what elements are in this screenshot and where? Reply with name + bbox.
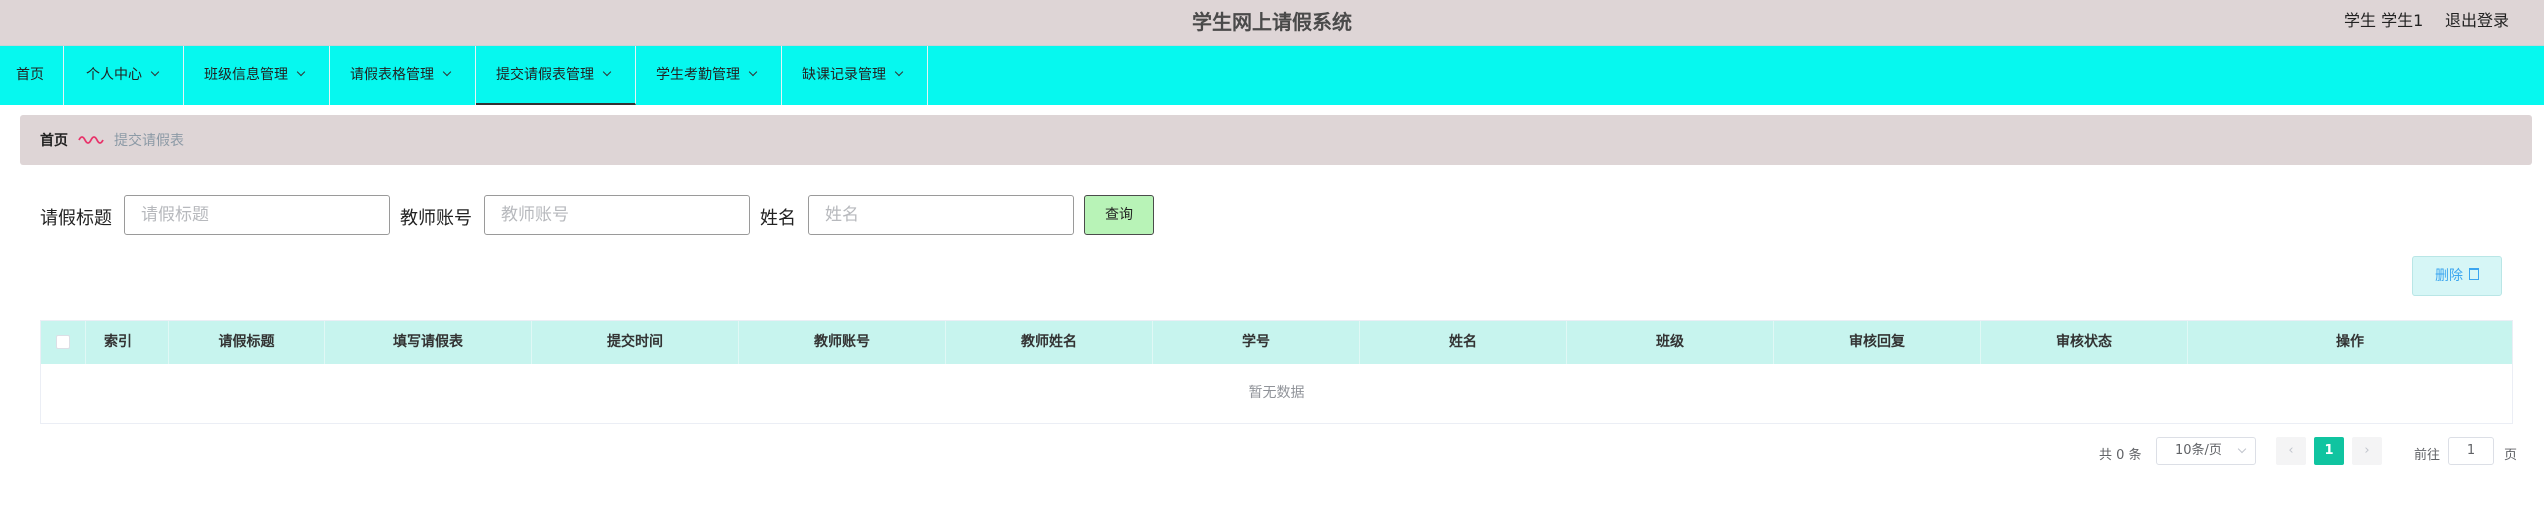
column-header[interactable]: 请假标题	[169, 321, 325, 364]
chevron-down-icon	[602, 67, 612, 77]
leave-title-input[interactable]	[124, 195, 390, 235]
column-header[interactable]: 填写请假表	[325, 321, 532, 364]
page-size-select[interactable]: 10条/页	[2156, 437, 2256, 465]
nav-item-label: 学生考勤管理	[656, 67, 740, 83]
nav-item-submitted-leave[interactable]: 提交请假表管理	[476, 46, 636, 105]
pagination-total: 共 0 条	[2099, 448, 2142, 463]
content-panel: 请假标题 教师账号 姓名 查询 删除 索引 请假标题 填写请假表 提交时间 教师…	[20, 175, 2532, 485]
column-header[interactable]: 提交时间	[532, 321, 739, 364]
goto-unit-label: 页	[2504, 448, 2518, 463]
data-table: 索引 请假标题 填写请假表 提交时间 教师账号 教师姓名 学号 姓名 班级 审核…	[40, 320, 2513, 424]
goto-page-input[interactable]: 1	[2448, 437, 2494, 465]
trash-icon	[2469, 268, 2479, 280]
column-header[interactable]: 审核状态	[1981, 321, 2188, 364]
chevron-down-icon	[894, 67, 904, 77]
top-header: 学生网上请假系统 学生 学生1 退出登录	[0, 0, 2544, 45]
breadcrumb: 首页 提交请假表	[20, 115, 2532, 165]
delete-button-label: 删除	[2435, 268, 2463, 284]
page-number-button[interactable]: 1	[2314, 437, 2344, 465]
nav-item-label: 个人中心	[86, 67, 142, 83]
column-header: 操作	[2336, 334, 2364, 350]
nav-item-absence-records[interactable]: 缺课记录管理	[782, 46, 928, 105]
nav-item-home[interactable]: 首页	[0, 46, 64, 105]
column-header[interactable]: 姓名	[1360, 321, 1567, 364]
table-header: 索引 请假标题 填写请假表 提交时间 教师账号 教师姓名 学号 姓名 班级 审核…	[41, 321, 2512, 364]
search-button[interactable]: 查询	[1084, 195, 1154, 235]
teacher-account-input[interactable]	[484, 195, 750, 235]
main-nav: 首页 个人中心 班级信息管理 请假表格管理 提交请假表管理 学生考勤管理 缺课记…	[0, 45, 2544, 105]
next-page-button[interactable]: ›	[2352, 437, 2382, 465]
empty-message: 暂无数据	[1248, 385, 1305, 401]
user-name: 学生 学生1	[2344, 11, 2424, 30]
nav-item-label: 请假表格管理	[350, 67, 434, 83]
prev-page-button[interactable]: ‹	[2276, 437, 2306, 465]
column-header[interactable]: 教师姓名	[946, 321, 1153, 364]
name-label: 姓名	[760, 208, 796, 229]
nav-item-label: 首页	[16, 67, 44, 83]
nav-item-attendance[interactable]: 学生考勤管理	[636, 46, 782, 105]
chevron-down-icon	[2237, 444, 2247, 454]
column-header[interactable]: 索引	[86, 321, 169, 364]
nav-item-label: 提交请假表管理	[496, 67, 594, 83]
name-input[interactable]	[808, 195, 1074, 235]
nav-item-leave-forms[interactable]: 请假表格管理	[330, 46, 476, 105]
breadcrumb-home[interactable]: 首页	[40, 130, 68, 150]
app-title: 学生网上请假系统	[1192, 10, 1352, 34]
logout-link[interactable]: 退出登录	[2445, 0, 2509, 42]
column-header[interactable]: 学号	[1153, 321, 1360, 364]
nav-item-label: 缺课记录管理	[802, 67, 886, 83]
select-all-cell	[41, 321, 86, 364]
breadcrumb-current: 提交请假表	[114, 133, 184, 149]
leave-title-label: 请假标题	[40, 208, 112, 229]
nav-item-class-info[interactable]: 班级信息管理	[184, 46, 330, 105]
nav-item-personal-center[interactable]: 个人中心	[64, 46, 184, 105]
breadcrumb-separator-icon	[78, 136, 104, 144]
nav-item-label: 班级信息管理	[204, 67, 288, 83]
chevron-down-icon	[150, 67, 160, 77]
chevron-down-icon	[748, 67, 758, 77]
column-header[interactable]: 班级	[1567, 321, 1774, 364]
chevron-down-icon	[296, 67, 306, 77]
column-header[interactable]: 审核回复	[1774, 321, 1981, 364]
column-header[interactable]: 教师账号	[739, 321, 946, 364]
teacher-account-label: 教师账号	[400, 208, 472, 229]
page-size-value: 10条/页	[2175, 443, 2222, 458]
select-all-checkbox[interactable]	[56, 335, 70, 349]
delete-button[interactable]: 删除	[2412, 256, 2502, 296]
chevron-down-icon	[442, 67, 452, 77]
goto-label: 前往	[2414, 448, 2441, 463]
